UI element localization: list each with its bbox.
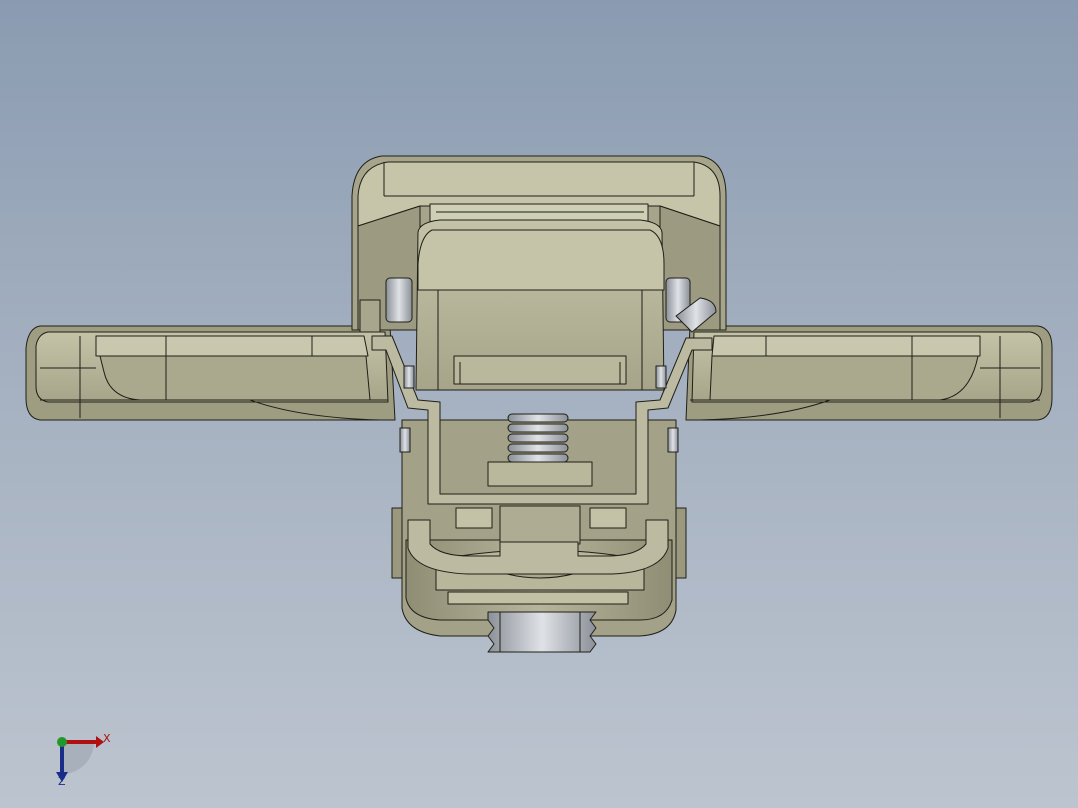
compression-spring xyxy=(507,413,569,463)
lever-body xyxy=(415,219,665,391)
x-axis-label: X xyxy=(103,732,111,745)
right-flange xyxy=(685,325,1053,421)
latch-assembly-model[interactable] xyxy=(0,0,1078,808)
threaded-stud xyxy=(487,611,597,653)
graphics-viewport[interactable]: X Z xyxy=(0,0,1078,808)
left-flange xyxy=(25,325,396,421)
z-axis-label: Z xyxy=(58,775,66,788)
